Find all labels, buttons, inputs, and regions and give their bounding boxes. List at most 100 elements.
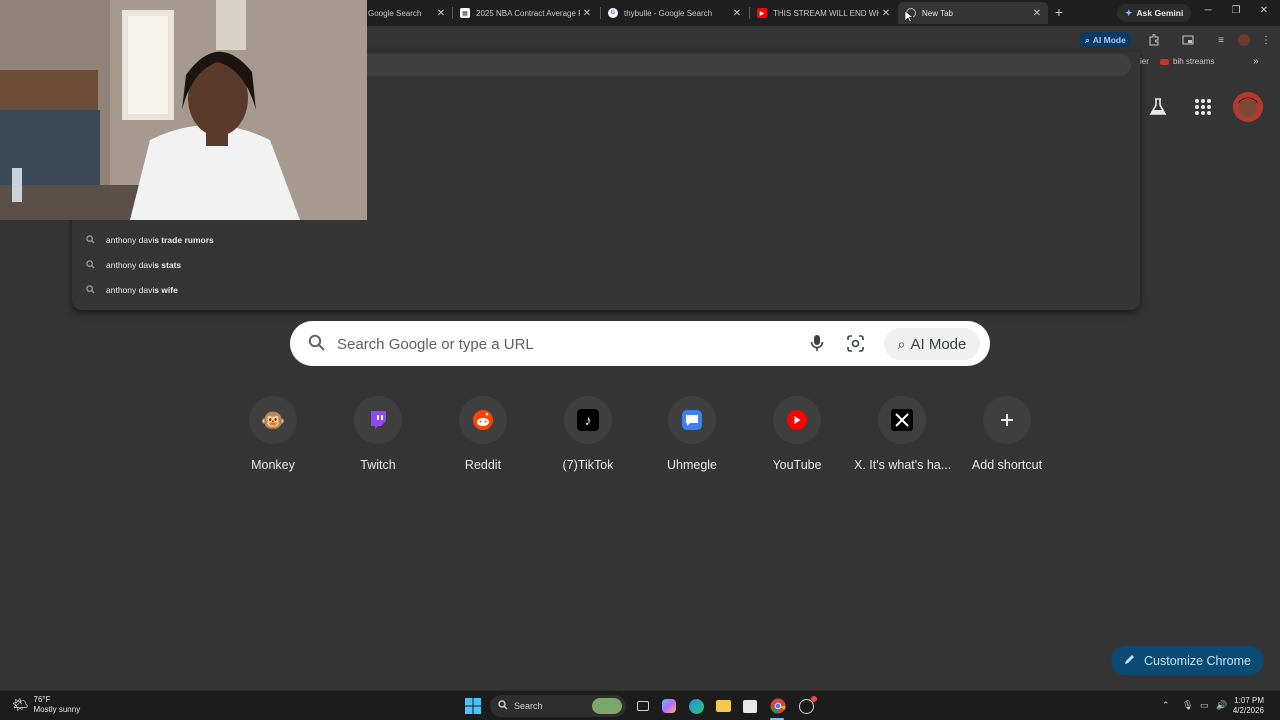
obs-icon[interactable] [797, 695, 817, 715]
volume-icon[interactable]: 🔊 [1216, 700, 1227, 711]
chrome-icon[interactable] [769, 697, 787, 715]
shortcut-add[interactable]: Add shortcut [959, 396, 1055, 480]
profile-avatar[interactable] [1237, 33, 1251, 47]
shortcut-label: (7)TikTok [562, 458, 614, 472]
tab-nba-contract[interactable]: ▦ 2025 NBA Contract Average Ra ✕ [452, 2, 598, 24]
search-highlight-icon [592, 698, 622, 714]
new-tab-button[interactable]: + [1052, 4, 1066, 20]
close-window-icon[interactable]: ✕ [1257, 5, 1271, 16]
search-icon [86, 284, 96, 296]
customize-chrome-button[interactable]: Customize Chrome [1111, 646, 1264, 675]
x-icon [878, 396, 926, 444]
ai-mode-label: AI Mode [910, 335, 967, 353]
search-icon [86, 234, 96, 246]
taskbar-search[interactable]: Search [490, 695, 626, 717]
close-icon[interactable]: ✕ [1030, 8, 1044, 19]
account-avatar[interactable] [1233, 92, 1263, 122]
shortcut-label: Reddit [464, 458, 502, 472]
search-icon [308, 334, 326, 357]
shortcut-label: Twitch [360, 458, 396, 472]
suggestion-item[interactable]: anthony davi s trade rumors [86, 230, 214, 250]
monkey-icon: 🐵 [249, 396, 297, 444]
minimize-icon[interactable]: ─ [1201, 5, 1215, 16]
suggestion-item[interactable]: anthony davi s stats [86, 255, 181, 275]
menu-icon[interactable]: ⋮ [1259, 33, 1273, 47]
reddit-icon [459, 396, 507, 444]
tab-title: Google Search [368, 8, 422, 18]
shortcut-twitch[interactable]: Twitch [330, 396, 426, 480]
shortcut-label: Monkey [251, 458, 295, 472]
suggestion-typed: anthony davi [106, 235, 155, 245]
omnibox-input-row[interactable] [367, 54, 1131, 76]
file-explorer-icon[interactable] [714, 697, 732, 715]
close-icon[interactable]: ✕ [434, 8, 448, 19]
shortcut-uhmegle[interactable]: Uhmegle [644, 396, 740, 480]
youtube-icon: ▶ [757, 8, 767, 18]
close-icon[interactable]: ✕ [879, 8, 893, 19]
system-clock[interactable]: 1:07 PM 4/2/2026 [1233, 696, 1264, 716]
restore-icon[interactable]: ❐ [1229, 5, 1243, 16]
tab-new-tab[interactable]: New Tab ✕ [898, 2, 1048, 24]
shortcut-label: Add shortcut [971, 458, 1043, 472]
shortcut-x[interactable]: X. It's what's ha... [854, 396, 950, 480]
more-bookmarks-icon[interactable]: » [1253, 56, 1259, 67]
clock-time: 1:07 PM [1234, 696, 1264, 705]
search-icon [86, 259, 96, 271]
spreadsheet-icon: ▦ [460, 8, 470, 18]
tab-stream[interactable]: ▶ THIS STREAM WILL END WHEN ✕ [749, 2, 897, 24]
bookmark-favicon [1160, 58, 1169, 65]
search-icon [498, 700, 508, 712]
apps-grid-icon[interactable] [1188, 92, 1218, 122]
tiktok-icon: ♪ [564, 396, 612, 444]
copilot-icon[interactable] [660, 697, 678, 715]
ask-gemini-button[interactable]: ✦ Ask Gemini [1117, 4, 1192, 22]
taskbar-search-label: Search [514, 701, 543, 711]
tab-title: New Tab [922, 8, 953, 18]
shortcut-tiktok[interactable]: ♪ (7)TikTok [540, 396, 636, 480]
microphone-icon[interactable] [810, 334, 824, 357]
youtube-icon [773, 396, 821, 444]
windows-start-icon[interactable] [464, 697, 482, 715]
weather-desc: Mostly sunny [33, 705, 81, 714]
customize-chrome-label: Customize Chrome [1144, 653, 1251, 668]
tab-thybulle[interactable]: G thybulle - Google Search ✕ [600, 2, 748, 24]
labs-flask-icon[interactable] [1143, 92, 1173, 122]
ai-mode-chip-label: AI Mode [1092, 35, 1126, 45]
weather-widget[interactable]: 🌤 76°F Mostly sunny [12, 695, 80, 715]
store-icon[interactable] [741, 697, 759, 715]
suggestion-completion: s wife [154, 285, 178, 295]
search-box[interactable]: ⌕ AI Mode [290, 321, 990, 366]
shortcut-monkey[interactable]: 🐵 Monkey [225, 396, 321, 480]
tab-google-search[interactable]: Google Search ✕ [360, 2, 452, 24]
ai-mode-button[interactable]: ⌕ AI Mode [884, 328, 980, 360]
ai-mode-chip[interactable]: ⌕ AI Mode [1079, 32, 1132, 48]
task-view-icon[interactable] [634, 697, 652, 715]
suggestion-item[interactable]: anthony davi s wife [86, 280, 178, 300]
ai-search-icon: ⌕ [897, 335, 906, 352]
search-input[interactable] [337, 331, 797, 357]
uhmegle-icon [668, 396, 716, 444]
network-icon[interactable]: ▭ [1200, 700, 1209, 711]
close-icon[interactable]: ✕ [730, 8, 744, 19]
suggestion-typed: anthony davi [106, 260, 155, 270]
sun-icon: 🌤 [12, 697, 29, 712]
split-view-icon[interactable] [1181, 33, 1195, 47]
pencil-icon [1124, 653, 1136, 668]
bookmark-partial[interactable]: ier [1140, 57, 1149, 66]
tab-title: 2025 NBA Contract Average Ra [476, 8, 580, 18]
bookmark-label: bih streams [1173, 57, 1215, 66]
extensions-icon[interactable] [1147, 33, 1161, 47]
shortcut-reddit[interactable]: Reddit [435, 396, 531, 480]
weather-temp: 76°F [33, 695, 51, 704]
media-icon[interactable]: ≡ [1214, 33, 1228, 47]
show-hidden-icons[interactable]: ⌃ [1162, 700, 1170, 711]
microphone-icon[interactable]: 🎙 [1182, 700, 1193, 711]
windows-taskbar: 🌤 76°F Mostly sunny Search ⌃ 🎙 ▭ 🔊 1:07 … [0, 690, 1280, 720]
close-icon[interactable]: ✕ [580, 8, 594, 19]
twitch-icon [354, 396, 402, 444]
bookmark-bih-streams[interactable]: bih streams [1160, 57, 1214, 66]
lens-camera-icon[interactable] [847, 335, 864, 357]
edge-icon[interactable] [687, 697, 705, 715]
plus-icon [983, 396, 1031, 444]
shortcut-youtube[interactable]: YouTube [749, 396, 845, 480]
